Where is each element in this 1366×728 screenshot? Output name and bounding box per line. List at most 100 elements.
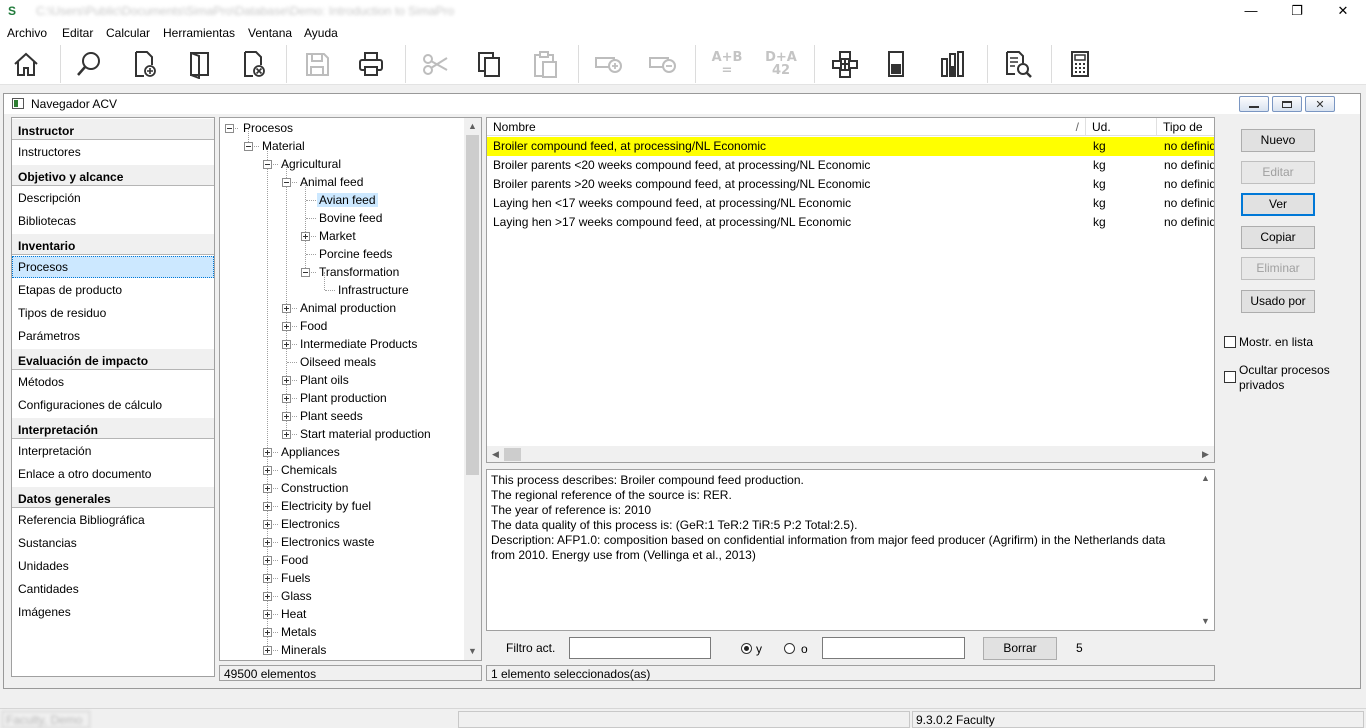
add-item-icon[interactable] — [590, 46, 628, 82]
nav-item-descripcion[interactable]: Descripción — [12, 187, 214, 209]
nav-item-cantidades[interactable]: Cantidades — [12, 578, 214, 600]
menu-archivo[interactable]: Archivo — [7, 26, 47, 40]
tree-node-start-material-production[interactable]: Start material production — [298, 425, 433, 443]
expand-icon[interactable] — [263, 466, 272, 475]
tree-node-appliances[interactable]: Appliances — [279, 443, 342, 461]
nav-item-instructores[interactable]: Instructores — [12, 141, 214, 163]
tree-node-minerals[interactable]: Minerals — [279, 641, 328, 659]
tree-scroll-up-icon[interactable]: ▲ — [464, 118, 481, 135]
tree-node-fuels[interactable]: Fuels — [279, 569, 312, 587]
network-icon[interactable] — [826, 46, 864, 82]
tree-node-food[interactable]: Food — [279, 551, 310, 569]
tree-node-bovine-feed[interactable]: Bovine feed — [317, 209, 384, 227]
compare-documents-icon[interactable] — [999, 46, 1037, 82]
expand-icon[interactable] — [263, 574, 272, 583]
expand-icon[interactable] — [263, 610, 272, 619]
tree-node-plant-oils[interactable]: Plant oils — [298, 371, 351, 389]
sum-icon[interactable]: A+B = — [708, 46, 746, 82]
tree-node-electronics-waste[interactable]: Electronics waste — [279, 533, 376, 551]
tree-node-transformation[interactable]: Transformation — [317, 263, 401, 281]
collapse-icon[interactable] — [244, 142, 253, 151]
list-scroll-thumb[interactable] — [504, 448, 521, 461]
open-library-icon[interactable] — [180, 46, 218, 82]
sum-total-icon[interactable]: D+A 42 — [762, 46, 800, 82]
tree-scroll-thumb[interactable] — [466, 135, 479, 475]
used-by-button[interactable]: Usado por — [1241, 290, 1315, 313]
nav-item-metodos[interactable]: Métodos — [12, 371, 214, 393]
expand-icon[interactable] — [301, 232, 310, 241]
tree-node-glass[interactable]: Glass — [279, 587, 314, 605]
nav-item-tipos-de-residuo[interactable]: Tipos de residuo — [12, 302, 214, 324]
list-scroll-right-icon[interactable]: ▶ — [1197, 446, 1214, 462]
hide-private-checkbox[interactable] — [1224, 371, 1236, 383]
tree-chart-icon[interactable] — [878, 46, 916, 82]
tree-node-plant-seeds[interactable]: Plant seeds — [298, 407, 365, 425]
tree-node-agricultural[interactable]: Agricultural — [279, 155, 343, 173]
filter-and-radio[interactable] — [741, 643, 752, 654]
expand-icon[interactable] — [263, 628, 272, 637]
edit-button[interactable]: Editar — [1241, 161, 1315, 184]
inner-minimize-button[interactable] — [1239, 96, 1269, 112]
nav-item-etapas-de-producto[interactable]: Etapas de producto — [12, 279, 214, 301]
collapse-icon[interactable] — [282, 178, 291, 187]
list-horizontal-scrollbar[interactable]: ◀ ▶ — [487, 446, 1214, 462]
delete-document-icon[interactable] — [234, 46, 272, 82]
filter-input-2[interactable] — [822, 637, 965, 659]
new-button[interactable]: Nuevo — [1241, 129, 1315, 152]
menu-calcular[interactable]: Calcular — [106, 26, 150, 40]
close-button[interactable]: ✕ — [1320, 0, 1366, 23]
tree-node-avian-feed[interactable]: Avian feed — [317, 191, 378, 209]
nav-item-sustancias[interactable]: Sustancias — [12, 532, 214, 554]
new-document-icon[interactable] — [125, 46, 163, 82]
expand-icon[interactable] — [282, 322, 291, 331]
process-tree[interactable]: Procesos Material Agricultural Animal feed A… — [219, 117, 482, 661]
tree-node-food[interactable]: Food — [298, 317, 329, 335]
tree-node-plant-production[interactable]: Plant production — [298, 389, 389, 407]
delete-button[interactable]: Eliminar — [1241, 257, 1315, 280]
description-scroll-down-icon[interactable]: ▼ — [1197, 613, 1214, 630]
collapse-icon[interactable] — [301, 268, 310, 277]
tree-node-market[interactable]: Market — [317, 227, 358, 245]
tree-node-infrastructure[interactable]: Infrastructure — [336, 281, 411, 299]
expand-icon[interactable] — [282, 340, 291, 349]
table-row[interactable]: Broiler compound feed, at processing/NL … — [487, 137, 1214, 156]
nav-item-referencia-bibliografica[interactable]: Referencia Bibliográfica — [12, 509, 214, 531]
column-header-type[interactable]: Tipo de re — [1157, 118, 1214, 148]
tree-node-heat[interactable]: Heat — [279, 605, 308, 623]
description-scrollbar[interactable]: ▲ ▼ — [1197, 470, 1214, 630]
print-icon[interactable] — [352, 46, 390, 82]
tree-vertical-scrollbar[interactable]: ▲ ▼ — [464, 118, 481, 660]
tree-node-animal-feed[interactable]: Animal feed — [298, 173, 365, 191]
menu-editar[interactable]: Editar — [62, 26, 93, 40]
search-icon[interactable] — [70, 46, 108, 82]
view-button[interactable]: Ver — [1241, 193, 1315, 216]
menu-ayuda[interactable]: Ayuda — [304, 26, 338, 40]
tree-node-animal-production[interactable]: Animal production — [298, 299, 398, 317]
expand-icon[interactable] — [282, 412, 291, 421]
table-row[interactable]: Broiler parents >20 weeks compound feed,… — [487, 175, 1214, 194]
expand-icon[interactable] — [263, 484, 272, 493]
nav-item-enlace-a-otro-documento[interactable]: Enlace a otro documento — [12, 463, 214, 485]
tree-node-intermediate-products[interactable]: Intermediate Products — [298, 335, 419, 353]
calculator-icon[interactable] — [1061, 46, 1099, 82]
bar-chart-icon[interactable] — [934, 46, 972, 82]
home-icon[interactable] — [7, 46, 45, 82]
expand-icon[interactable] — [263, 538, 272, 547]
nav-item-unidades[interactable]: Unidades — [12, 555, 214, 577]
column-header-name[interactable]: Nombre / — [487, 118, 1086, 136]
expand-icon[interactable] — [263, 520, 272, 529]
expand-icon[interactable] — [263, 502, 272, 511]
nav-item-interpretacion[interactable]: Interpretación — [12, 440, 214, 462]
expand-icon[interactable] — [263, 556, 272, 565]
nav-item-parametros[interactable]: Parámetros — [12, 325, 214, 347]
remove-item-icon[interactable] — [644, 46, 682, 82]
paste-icon[interactable] — [526, 46, 564, 82]
collapse-icon[interactable] — [263, 160, 272, 169]
tree-node-electronics[interactable]: Electronics — [279, 515, 342, 533]
expand-icon[interactable] — [282, 394, 291, 403]
process-list[interactable]: Nombre / Ud. Tipo de re Broiler compound… — [486, 117, 1215, 463]
nav-item-bibliotecas[interactable]: Bibliotecas — [12, 210, 214, 232]
process-description[interactable]: This process describes: Broiler compound… — [486, 469, 1215, 631]
inner-close-button[interactable]: ✕ — [1305, 96, 1335, 112]
collapse-icon[interactable] — [225, 124, 234, 133]
